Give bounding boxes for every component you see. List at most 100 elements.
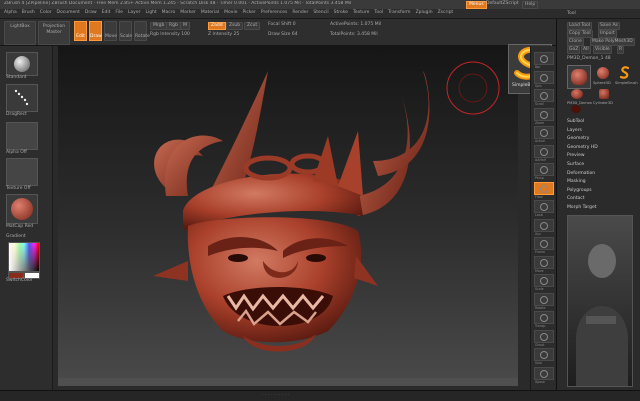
menu-document[interactable]: Document bbox=[57, 10, 80, 16]
cylinder3d-thumb[interactable] bbox=[599, 89, 609, 99]
focal-shift-slider[interactable]: Focal Shift 0 bbox=[268, 22, 296, 28]
menu-movie[interactable]: Movie bbox=[224, 10, 237, 16]
shelf-local-button[interactable]: Local bbox=[534, 200, 554, 217]
shelf-aahalf-button[interactable]: AAHalf bbox=[534, 144, 554, 162]
material-selector[interactable] bbox=[6, 194, 38, 224]
window-controls[interactable] bbox=[600, 1, 634, 16]
zadd-button[interactable]: Zadd bbox=[208, 22, 226, 30]
copy-tool-button[interactable]: Copy Tool bbox=[567, 30, 593, 38]
menus-button[interactable]: Menus bbox=[466, 1, 487, 9]
menu-alpha[interactable]: Alpha bbox=[4, 10, 17, 16]
shelf-rotate-label: Rotate bbox=[535, 305, 546, 310]
sphere3d-thumb[interactable] bbox=[597, 67, 609, 79]
simplebrush-thumb[interactable] bbox=[619, 65, 631, 79]
shelf-floor-button[interactable]: Floor bbox=[534, 181, 554, 199]
pm3d-demon-thumb[interactable] bbox=[571, 89, 583, 99]
shelf-xyz-button[interactable]: Xyz bbox=[534, 218, 554, 236]
rotate-button[interactable]: Rotate bbox=[134, 21, 150, 41]
m-button[interactable]: M bbox=[180, 22, 190, 30]
draw-button[interactable]: Draw bbox=[89, 21, 102, 41]
z-intensity-slider[interactable]: Z Intensity 25 bbox=[208, 32, 239, 38]
visible-button[interactable]: Visible bbox=[593, 46, 612, 54]
default-zscript-button[interactable]: DefaultZScript bbox=[486, 1, 519, 7]
projection-master-button[interactable]: Projection Master bbox=[38, 21, 70, 45]
menu-preferences[interactable]: Preferences bbox=[261, 10, 287, 16]
menu-color[interactable]: Color bbox=[40, 10, 52, 16]
bottom-scroll-indicator[interactable]: · · · · · · · · · · bbox=[262, 393, 289, 399]
menu-render[interactable]: Render bbox=[292, 10, 308, 16]
tool-section-subtool[interactable]: SubTool bbox=[567, 119, 584, 125]
menu-picker[interactable]: Picker bbox=[242, 10, 255, 16]
r-button[interactable]: R bbox=[617, 46, 625, 54]
menu-texture[interactable]: Texture bbox=[353, 10, 369, 16]
menu-stencil[interactable]: Stencil bbox=[313, 10, 328, 16]
menu-tool[interactable]: Tool bbox=[374, 10, 383, 16]
tool-section-geometry-hd[interactable]: Geometry HD bbox=[567, 145, 598, 151]
shelf-persp-button[interactable]: Persp bbox=[534, 163, 554, 180]
menu-zscript[interactable]: Zscript bbox=[438, 10, 454, 16]
mrgb-button[interactable]: Mrgb bbox=[150, 22, 168, 30]
move-button[interactable]: Move bbox=[104, 21, 117, 41]
tool-section-layers[interactable]: Layers bbox=[567, 128, 582, 134]
texture-selector[interactable] bbox=[6, 158, 38, 186]
draw-size-slider[interactable]: Draw Size 64 bbox=[268, 32, 298, 38]
shelf-frame-button[interactable]: Frame bbox=[534, 237, 554, 254]
lightbox-button[interactable]: LightBox bbox=[4, 21, 36, 45]
shelf-scroll-button[interactable]: Scroll bbox=[534, 89, 554, 106]
shelf-transp-button[interactable]: Transp bbox=[534, 311, 554, 328]
brush-selector[interactable] bbox=[6, 52, 38, 76]
menu-zplugin[interactable]: Zplugin bbox=[416, 10, 433, 16]
tool-thumb-current[interactable] bbox=[567, 65, 591, 89]
image-preview-panel bbox=[567, 215, 633, 387]
load-tool-button[interactable]: Load Tool bbox=[567, 22, 592, 30]
shelf-solo-button[interactable]: Solo bbox=[534, 348, 554, 365]
clone-button[interactable]: Clone bbox=[567, 38, 584, 46]
goz-button[interactable]: GoZ bbox=[567, 46, 581, 54]
zsub-button[interactable]: Zsub bbox=[226, 22, 244, 30]
rgb-intensity-slider[interactable]: Rgb Intensity 100 bbox=[150, 32, 190, 38]
tool-section-contact[interactable]: Contact bbox=[567, 196, 585, 202]
tool-section-preview[interactable]: Preview bbox=[567, 153, 585, 159]
tool-section-surface[interactable]: Surface bbox=[567, 162, 584, 168]
tool-section-polygroups[interactable]: Polygroups bbox=[567, 188, 592, 194]
menu-stroke[interactable]: Stroke bbox=[334, 10, 348, 16]
menu-draw[interactable]: Draw bbox=[85, 10, 97, 16]
shelf-spix-button[interactable]: Spix bbox=[534, 70, 554, 88]
tool-section-masking[interactable]: Masking bbox=[567, 179, 586, 185]
save-as-button[interactable]: Save As bbox=[598, 22, 620, 30]
color-picker[interactable] bbox=[8, 242, 40, 272]
shelf-zoom-button[interactable]: Zoom bbox=[534, 107, 554, 125]
edit-button[interactable]: Edit bbox=[74, 21, 87, 41]
menu-light[interactable]: Light bbox=[145, 10, 156, 16]
tool-thumb-small[interactable] bbox=[571, 105, 581, 113]
shelf-ghost-button[interactable]: Ghost bbox=[534, 329, 554, 347]
menu-file[interactable]: File bbox=[115, 10, 123, 16]
shelf-rotate-button[interactable]: Rotate bbox=[534, 292, 554, 310]
shelf-scale-button[interactable]: Scale bbox=[534, 274, 554, 291]
import-button[interactable]: Import bbox=[598, 30, 617, 38]
rgb-button[interactable]: Rgb bbox=[166, 22, 181, 30]
menu-brush[interactable]: Brush bbox=[22, 10, 35, 16]
help-button[interactable]: Help bbox=[522, 1, 539, 9]
menu-marker[interactable]: Marker bbox=[180, 10, 196, 16]
shelf-actual-button[interactable]: Actual bbox=[534, 126, 554, 143]
scale-button[interactable]: Scale bbox=[119, 21, 132, 41]
zcut-button[interactable]: Zcut bbox=[244, 22, 261, 30]
menu-macro[interactable]: Macro bbox=[162, 10, 176, 16]
canvas-viewport[interactable] bbox=[58, 46, 518, 386]
all-button[interactable]: All bbox=[581, 46, 591, 54]
tool-section-geometry[interactable]: Geometry bbox=[567, 136, 589, 142]
shelf-move-button[interactable]: Move bbox=[534, 255, 554, 273]
switch-color-button[interactable]: SwitchColor bbox=[6, 278, 33, 284]
menu-material[interactable]: Material bbox=[201, 10, 219, 16]
menu-transform[interactable]: Transform bbox=[388, 10, 410, 16]
menu-layer[interactable]: Layer bbox=[128, 10, 141, 16]
tool-section-morph-target[interactable]: Morph Target bbox=[567, 205, 597, 211]
menu-edit[interactable]: Edit bbox=[102, 10, 111, 16]
shelf-xpose-button[interactable]: Xpose bbox=[534, 366, 554, 384]
make-polymesh-button[interactable]: Make PolyMesh3D bbox=[590, 38, 635, 46]
stroke-selector[interactable] bbox=[6, 84, 38, 112]
shelf-bpr-button[interactable]: Bpr bbox=[534, 52, 554, 69]
tool-section-deformation[interactable]: Deformation bbox=[567, 171, 595, 177]
alpha-selector[interactable] bbox=[6, 122, 38, 150]
